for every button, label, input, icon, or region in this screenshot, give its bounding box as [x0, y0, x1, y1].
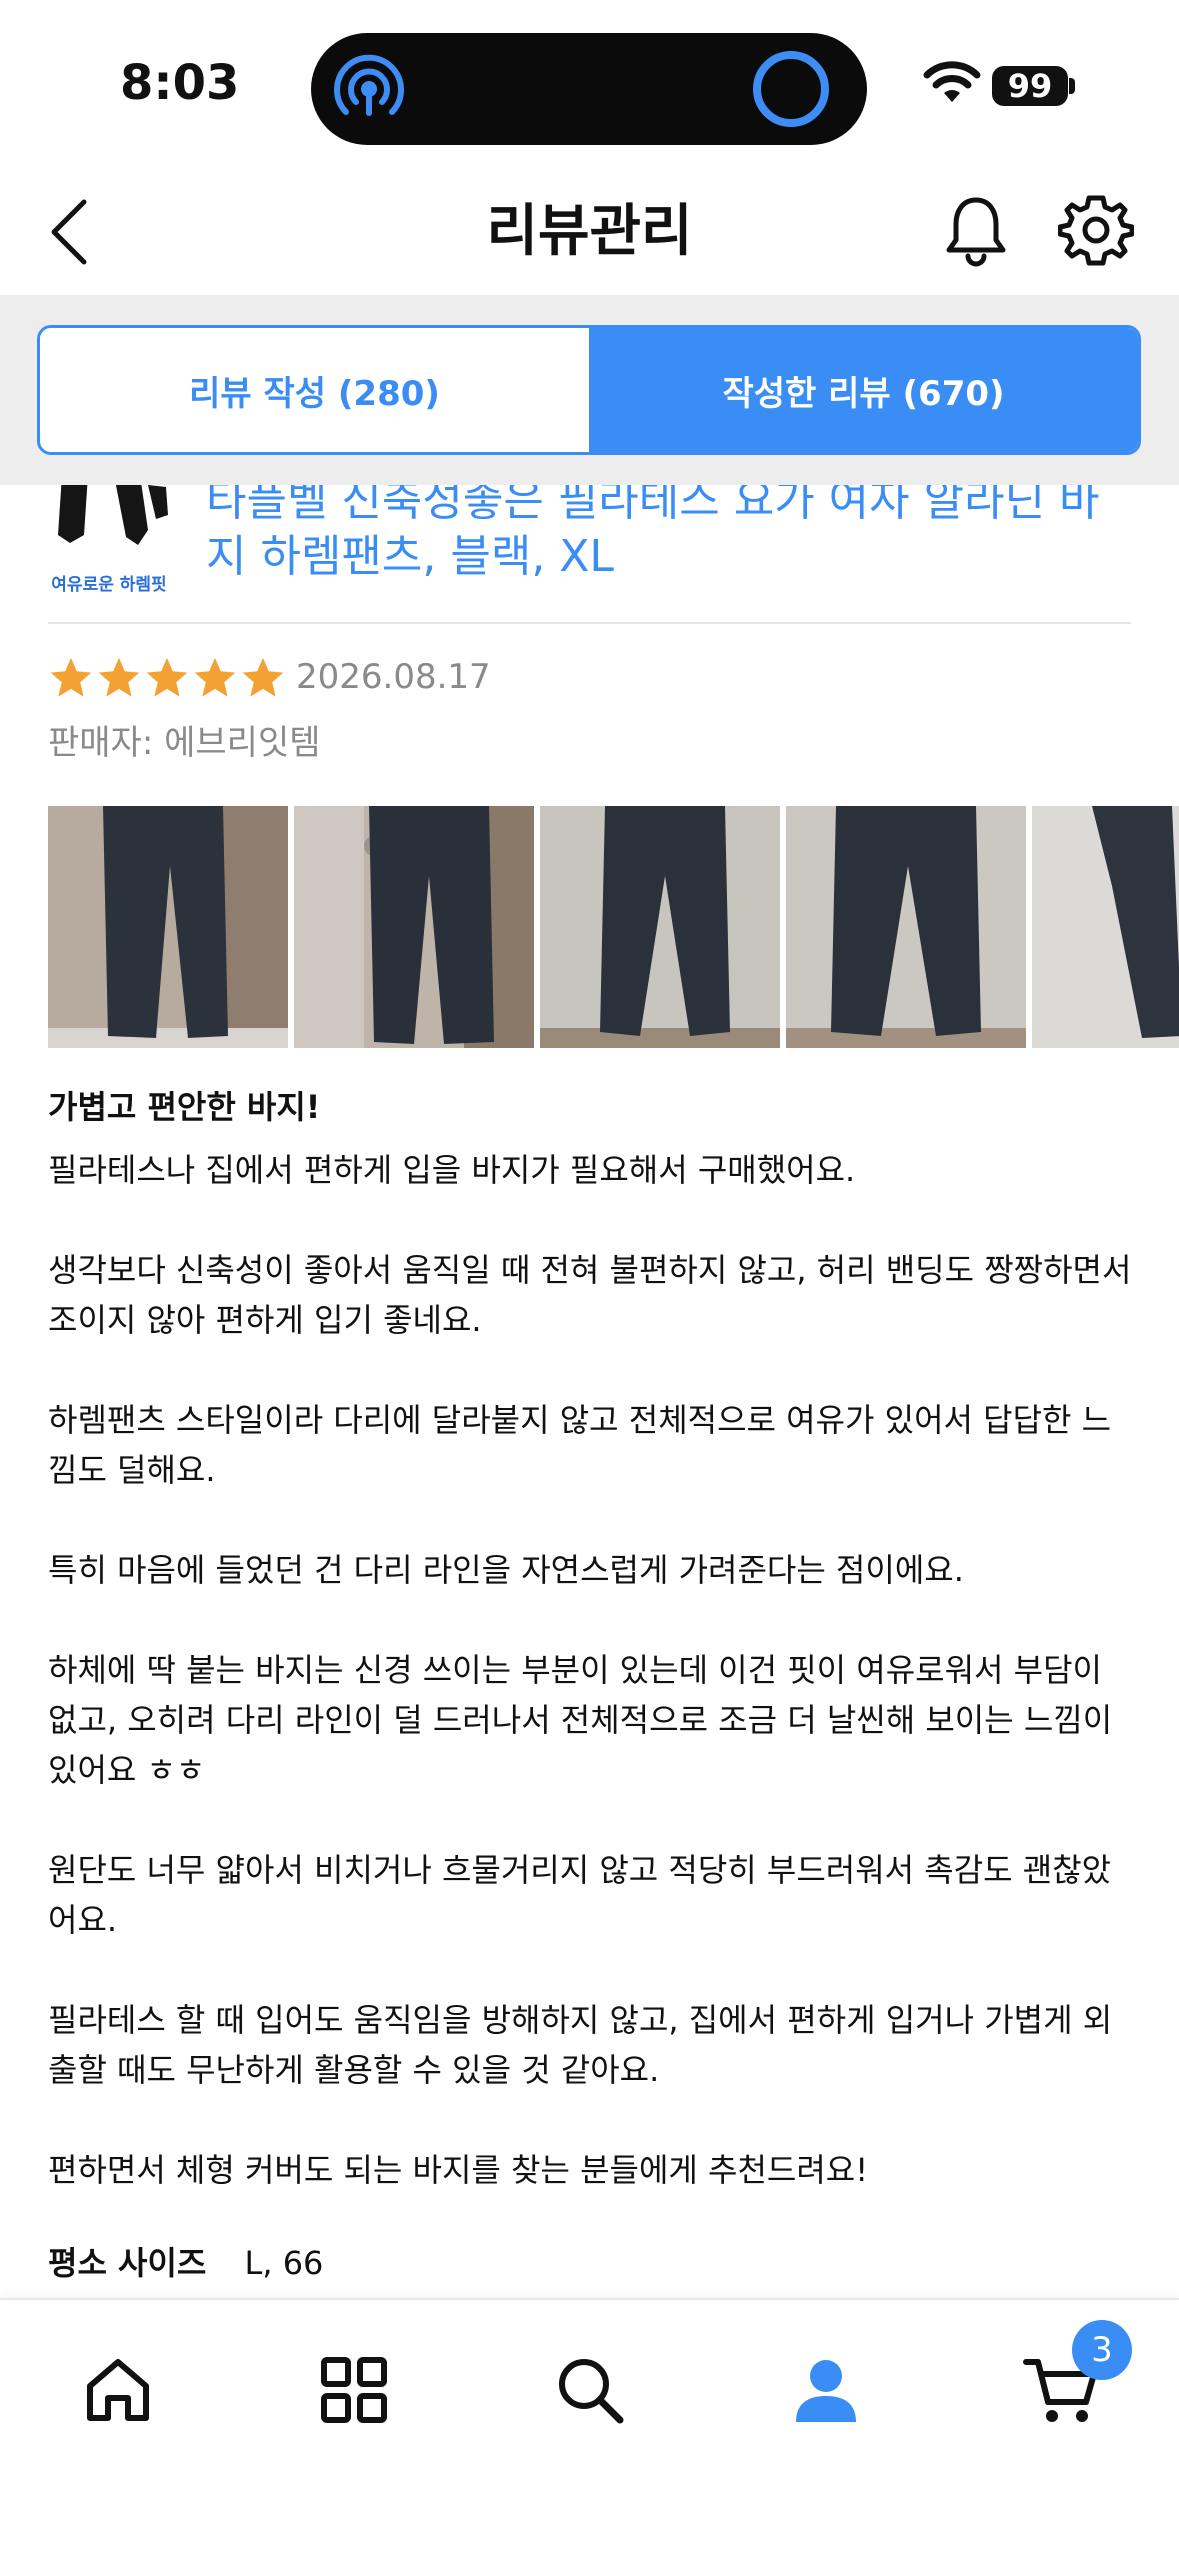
tab-group: 리뷰 작성 (280) 작성한 리뷰 (670): [37, 325, 1141, 455]
nav-bar: 리뷰관리: [0, 170, 1179, 295]
divider: [48, 622, 1131, 624]
review-paragraph: 필라테스 할 때 입어도 움직임을 방해하지 않고, 집에서 편하게 입거나 가…: [48, 2001, 1113, 2089]
review-photo[interactable]: [786, 806, 1026, 1048]
battery-tip: [1069, 78, 1075, 94]
activity-ring-icon: [753, 51, 829, 127]
dynamic-island: [311, 33, 867, 145]
product-row[interactable]: 여유로운 하렘핏 타플벨 신축성좋은 필라테스 요가 여자 알라딘 바지 하렘팬…: [0, 485, 1179, 623]
battery-icon: 99: [992, 66, 1068, 106]
product-thumbnail[interactable]: 여유로운 하렘핏: [48, 485, 170, 597]
review-paragraph: 하렘팬츠 스타일이라 다리에 달라붙지 않고 전체적으로 여유가 있어서 답답한…: [48, 1401, 1112, 1489]
status-time: 8:03: [120, 55, 240, 111]
thumbnail-label: 여유로운 하렘핏: [51, 575, 167, 595]
star-icon: [242, 657, 284, 697]
star-icon: [98, 657, 140, 697]
cart-count-badge: 3: [1072, 2320, 1132, 2380]
status-bar: 8:03 99: [0, 0, 1179, 170]
profile-icon[interactable]: [786, 2350, 866, 2430]
tab-write-review[interactable]: 리뷰 작성 (280): [40, 328, 589, 452]
tab-written-reviews[interactable]: 작성한 리뷰 (670): [589, 328, 1138, 452]
review-photo[interactable]: [540, 806, 780, 1048]
review-paragraph: 필라테스나 집에서 편하게 입을 바지가 필요해서 구매했어요.: [48, 1151, 856, 1189]
review-paragraph: 특히 마음에 들었던 건 다리 라인을 자연스럽게 가려준다는 점이에요.: [48, 1551, 964, 1589]
review-date: 2026.08.17: [296, 657, 491, 697]
star-icon: [50, 657, 92, 697]
size-value: L, 66: [244, 2244, 324, 2282]
broadcast-icon: [334, 54, 404, 116]
review-paragraph: 하체에 딱 붙는 바지는 신경 쓰이는 부분이 있는데 이건 핏이 여유로워서 …: [48, 1651, 1113, 1789]
star-rating: [48, 655, 286, 701]
review-paragraph: 편하면서 체형 커버도 되는 바지를 찾는 분들에게 추천드려요!: [48, 2151, 869, 2189]
review-paragraph: 원단도 너무 얇아서 비치거나 흐물거리지 않고 적당히 부드러워서 촉감도 괜…: [48, 1851, 1112, 1939]
categories-icon[interactable]: [314, 2350, 394, 2430]
review-photos: [48, 806, 1179, 1048]
tab-bar: 리뷰 작성 (280) 작성한 리뷰 (670): [0, 295, 1179, 485]
review-photo[interactable]: [1032, 806, 1179, 1048]
review-photo[interactable]: [294, 806, 534, 1048]
size-label: 평소 사이즈: [48, 2244, 207, 2282]
review-title: 가볍고 편안한 바지!: [48, 1088, 321, 1126]
bell-icon[interactable]: [940, 192, 1012, 268]
star-icon: [194, 657, 236, 697]
product-name-link[interactable]: 타플벨 신축성좋은 필라테스 요가 여자 알라딘 바지 하렘팬츠, 블랙, XL: [206, 485, 1106, 585]
seller-name: 판매자: 에브리잇템: [48, 723, 321, 763]
pants-thumbnail-image: [58, 485, 168, 545]
review-photo[interactable]: [48, 806, 288, 1048]
review-body: 필라테스나 집에서 편하게 입을 바지가 필요해서 구매했어요. 생각보다 신축…: [48, 1145, 1138, 2245]
search-icon[interactable]: [550, 2350, 630, 2430]
bottom-nav: [0, 2298, 1179, 2558]
size-row: 평소 사이즈 L, 66: [48, 2238, 323, 2284]
gear-icon[interactable]: [1058, 192, 1134, 268]
star-icon: [146, 657, 188, 697]
review-paragraph: 생각보다 신축성이 좋아서 움직일 때 전혀 불편하지 않고, 허리 밴딩도 짱…: [48, 1251, 1132, 1339]
wifi-icon: [923, 61, 981, 102]
home-icon[interactable]: [78, 2350, 158, 2430]
